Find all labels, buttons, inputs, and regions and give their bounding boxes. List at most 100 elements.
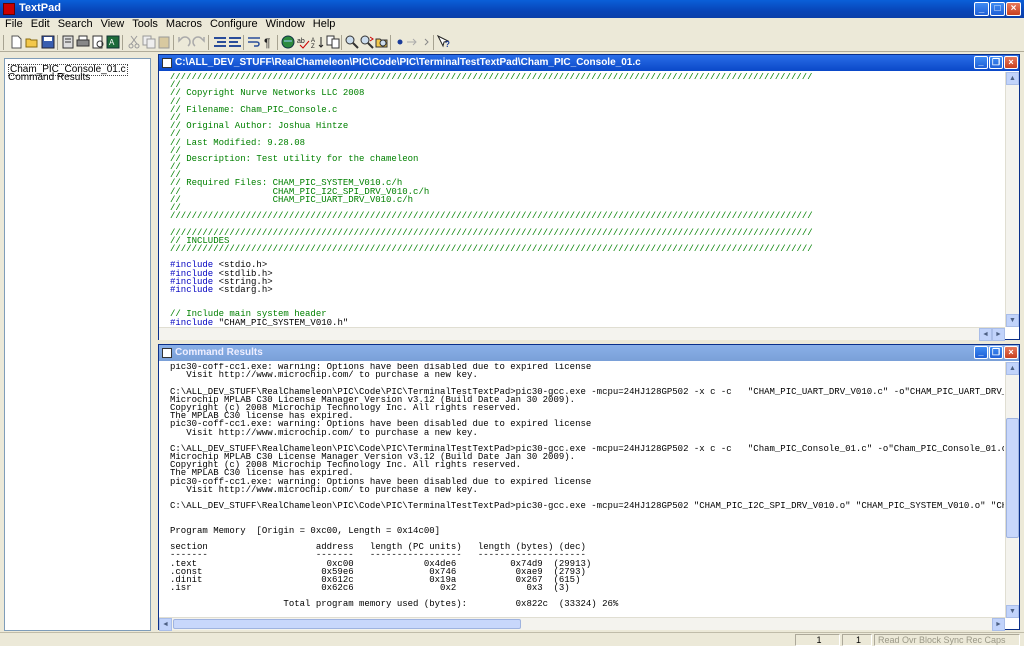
svg-text:?: ? (445, 40, 450, 49)
code-line: ////////////////////////////////////////… (170, 73, 813, 82)
spell-check-icon[interactable]: A (106, 35, 120, 49)
code-line: // Last Modified: 9.28.08 (170, 137, 306, 148)
scroll-down-arrow[interactable]: ▼ (1006, 314, 1019, 327)
bookmark-prev-icon[interactable] (420, 35, 434, 49)
scroll-right-arrow[interactable]: ► (992, 328, 1005, 341)
toolbar-separator (390, 35, 391, 50)
close-button[interactable]: × (1006, 2, 1021, 16)
editor-file-path: C:\ALL_DEV_STUFF\RealChameleon\PIC\Code\… (175, 57, 641, 68)
menu-configure[interactable]: Configure (205, 18, 261, 31)
code-line: // Description: Test utility for the cha… (170, 153, 419, 164)
textpad-app-icon[interactable] (3, 3, 15, 15)
results-hscroll-thumb[interactable] (173, 619, 521, 629)
menu-help[interactable]: Help (308, 18, 339, 31)
maximize-button[interactable]: □ (990, 2, 1005, 16)
code-line: // CHAM_PIC_UART_DRV_V010.c/h (170, 194, 414, 205)
minimize-button[interactable]: _ (974, 2, 989, 16)
menu-tools[interactable]: Tools (127, 18, 161, 31)
output-line: Total program memory used (bytes): 0x822… (170, 599, 619, 610)
toolbar-separator (122, 35, 123, 50)
menu-search[interactable]: Search (53, 18, 96, 31)
preprocessor-directive: #include (170, 284, 214, 295)
document-selector: Cham_PIC_Console_01.c Command Results (4, 58, 151, 631)
results-scroll-up-arrow[interactable]: ▲ (1006, 362, 1019, 375)
code-line: // Filename: Cham_PIC_Console.c (170, 104, 338, 115)
editor-restore-button[interactable]: ❐ (989, 56, 1003, 69)
compare-icon[interactable] (326, 35, 340, 49)
redo-icon[interactable] (192, 35, 206, 49)
panel-splitter[interactable] (152, 58, 156, 631)
outdent-icon[interactable] (228, 35, 242, 49)
svg-text:¶: ¶ (264, 36, 270, 49)
open-folder-icon[interactable] (25, 35, 39, 49)
results-scroll-right-arrow[interactable]: ► (992, 618, 1005, 631)
results-scroll-thumb[interactable] (1006, 418, 1019, 538)
document-item-command-results[interactable]: Command Results (8, 73, 90, 83)
status-line-number: 1 (795, 634, 840, 646)
cut-icon[interactable] (127, 35, 141, 49)
context-help-icon[interactable]: ? (437, 35, 451, 49)
editor-vertical-scrollbar[interactable]: ▲ ▼ (1005, 72, 1019, 327)
save-icon[interactable] (41, 35, 55, 49)
visible-spaces-icon[interactable]: ¶ (262, 35, 276, 49)
menu-window[interactable]: Window (261, 18, 308, 31)
results-titlebar[interactable]: Command Results _ ❐ × (159, 345, 1019, 361)
include-target: "CHAM_PIC_SYSTEM_V010.h" (213, 317, 349, 326)
undo-icon[interactable] (177, 35, 191, 49)
copy-icon[interactable] (142, 35, 156, 49)
code-line: #include <stdarg.h> (170, 284, 1004, 295)
indent-icon[interactable] (213, 35, 227, 49)
results-minimize-button[interactable]: _ (974, 346, 988, 359)
find-icon[interactable] (345, 35, 359, 49)
print-icon[interactable] (76, 35, 90, 49)
new-file-icon[interactable] (9, 35, 23, 49)
code-line: #include <string.h> (170, 277, 1004, 286)
code-editor[interactable]: ////////////////////////////////////////… (170, 73, 1004, 326)
results-restore-button[interactable]: ❐ (989, 346, 1003, 359)
editor-close-button[interactable]: × (1004, 56, 1018, 69)
app-titlebar: TextPad _ □ × (0, 0, 1024, 18)
scroll-left-arrow[interactable]: ◄ (979, 328, 992, 341)
code-line: // Copyright Nurve Networks LLC 2008 (170, 88, 365, 99)
output-line: C:\ALL_DEV_STUFF\RealChameleon\PIC\Code\… (170, 501, 1004, 512)
toolbar-grip (3, 35, 4, 50)
editor-horizontal-scrollbar[interactable]: ◄ ► (159, 327, 1005, 341)
editor-window: C:\ALL_DEV_STUFF\RealChameleon\PIC\Code\… (158, 54, 1020, 341)
scroll-up-arrow[interactable]: ▲ (1006, 72, 1019, 85)
save-all-icon[interactable] (61, 35, 75, 49)
output-line: Visit http://www.microchip.com/ to purch… (170, 370, 478, 381)
paste-icon[interactable] (157, 35, 171, 49)
command-output[interactable]: pic30-coff-cc1.exe: warning: Options hav… (170, 363, 1004, 617)
results-vertical-scrollbar[interactable]: ▲ ▼ (1005, 362, 1019, 618)
editor-minimize-button[interactable]: _ (974, 56, 988, 69)
find-next-icon[interactable] (360, 35, 374, 49)
toolbar-separator (243, 35, 244, 50)
results-window-icon (162, 348, 172, 358)
sort-icon[interactable]: AZ (311, 35, 325, 49)
spelling-icon[interactable]: ab (296, 35, 310, 49)
results-horizontal-scrollbar[interactable]: ◄ ► (159, 617, 1005, 631)
results-close-button[interactable]: × (1004, 346, 1018, 359)
menu-edit[interactable]: Edit (26, 18, 53, 31)
web-browser-icon[interactable] (281, 35, 295, 49)
print-preview-icon[interactable] (91, 35, 105, 49)
toolbar-separator (57, 35, 58, 50)
word-wrap-icon[interactable] (247, 35, 261, 49)
toolbar-separator (433, 35, 434, 50)
bookmark-next-icon[interactable] (405, 35, 419, 49)
menu-file[interactable]: File (0, 18, 26, 31)
toolbar-separator (208, 35, 209, 50)
results-title: Command Results (175, 347, 263, 358)
menu-macros[interactable]: Macros (161, 18, 205, 31)
svg-text:A: A (109, 38, 115, 47)
results-scroll-down-arrow[interactable]: ▼ (1006, 605, 1019, 618)
code-line: ////////////////////////////////////////… (170, 243, 813, 254)
editor-titlebar[interactable]: C:\ALL_DEV_STUFF\RealChameleon\PIC\Code\… (159, 55, 1019, 71)
find-in-files-icon[interactable] (375, 35, 389, 49)
results-scroll-left-arrow[interactable]: ◄ (159, 618, 172, 631)
command-results-window: Command Results _ ❐ × pic30-coff-cc1.exe… (158, 344, 1020, 631)
menu-view[interactable]: View (96, 18, 128, 31)
